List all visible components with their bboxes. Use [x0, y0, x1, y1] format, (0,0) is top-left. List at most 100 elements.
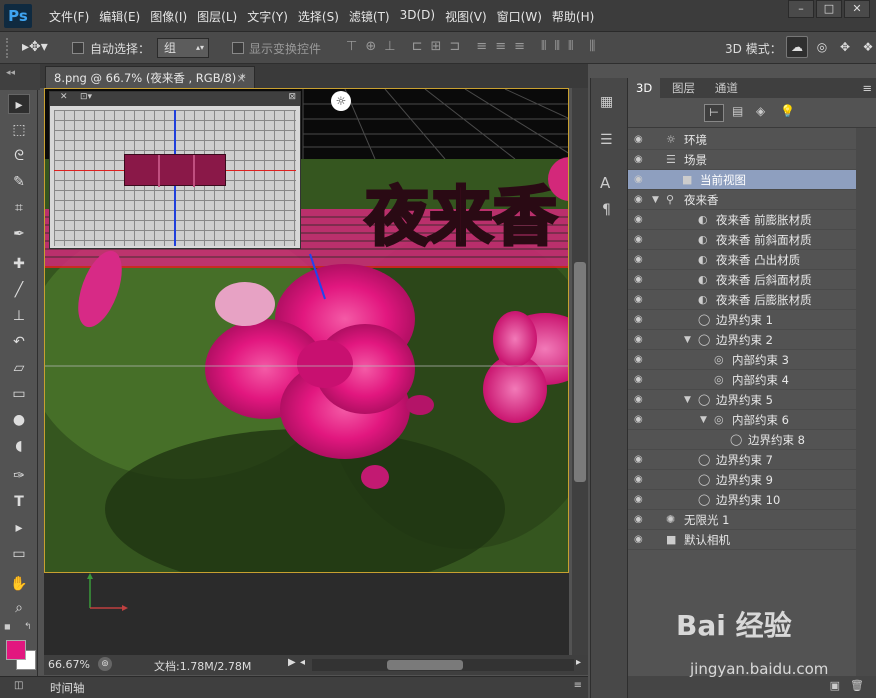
- menu-select[interactable]: 选择(S): [293, 8, 344, 25]
- visibility-eye-icon[interactable]: ◉: [634, 370, 648, 390]
- timeline-tab[interactable]: 时间轴: [50, 680, 85, 696]
- document-tab[interactable]: 8.png @ 66.7% (夜来香 , RGB/8) * ×: [45, 66, 255, 88]
- horizontal-scroll-thumb[interactable]: [387, 660, 463, 670]
- gradient-tool-icon[interactable]: ▭: [8, 384, 30, 404]
- distribute-left-icon[interactable]: ⫴: [541, 39, 546, 54]
- scroll-right-icon[interactable]: ▸: [576, 657, 581, 668]
- tab-channels[interactable]: 通道: [707, 78, 746, 98]
- document-canvas[interactable]: 夜来香 ☼ ✕ ⊡▾ ⊠: [44, 88, 569, 573]
- visibility-eye-icon[interactable]: ◉: [634, 470, 648, 490]
- expand-arrow-icon[interactable]: ▼: [652, 190, 659, 210]
- filter-scene-icon[interactable]: ⊢: [704, 104, 724, 122]
- lasso-tool-icon[interactable]: ᘓ: [8, 146, 30, 166]
- align-left-icon[interactable]: ⊏: [412, 39, 423, 54]
- distribute-bottom-icon[interactable]: ≡: [514, 39, 525, 54]
- new-item-icon[interactable]: ▣: [830, 679, 840, 692]
- distribute-top-icon[interactable]: ≡: [476, 39, 487, 54]
- view-menu-icon[interactable]: ⊡▾: [80, 92, 92, 102]
- type-tool-icon[interactable]: T: [8, 492, 30, 512]
- visibility-eye-icon[interactable]: ◉: [634, 170, 648, 190]
- visibility-eye-icon[interactable]: ◉: [634, 530, 648, 550]
- expand-arrow-icon[interactable]: ▼: [700, 410, 707, 430]
- tree-row[interactable]: ◉ ■ 当前视图: [628, 170, 856, 190]
- quick-select-tool-icon[interactable]: ✎: [8, 172, 30, 192]
- filter-material-icon[interactable]: ◈: [756, 104, 765, 118]
- visibility-eye-icon[interactable]: ◉: [634, 230, 648, 250]
- pan-icon[interactable]: ✥: [836, 36, 854, 58]
- align-vcenter-icon[interactable]: ⊕: [365, 39, 376, 54]
- visibility-eye-icon[interactable]: ◉: [634, 190, 648, 210]
- blur-tool-icon[interactable]: ●: [8, 410, 30, 430]
- move-tool-preset-icon[interactable]: ▸✥▾: [22, 39, 48, 55]
- filter-light-icon[interactable]: 💡: [780, 104, 795, 118]
- tree-row[interactable]: ◉ ◐ 夜来香 前斜面材质: [628, 230, 856, 250]
- menu-type[interactable]: 文字(Y): [242, 8, 293, 25]
- paragraph-panel-icon[interactable]: ¶: [602, 202, 611, 218]
- menu-filter[interactable]: 滤镜(T): [344, 8, 395, 25]
- visibility-eye-icon[interactable]: ◉: [634, 290, 648, 310]
- close-window-button[interactable]: ✕: [844, 0, 870, 18]
- expand-arrow-icon[interactable]: ▼: [684, 390, 691, 410]
- menu-window[interactable]: 窗口(W): [492, 8, 547, 25]
- panel-scrollbar[interactable]: [856, 128, 876, 676]
- tree-row[interactable]: ◉ ▼ ⚲ 夜来香: [628, 190, 856, 210]
- minimize-button[interactable]: –: [788, 0, 814, 18]
- visibility-eye-icon[interactable]: ◉: [634, 350, 648, 370]
- tree-row[interactable]: ◉ ▼ ◎ 内部约束 6: [628, 410, 856, 430]
- visibility-eye-icon[interactable]: ◉: [634, 450, 648, 470]
- scroll-left-icon[interactable]: ◂: [300, 657, 305, 668]
- foreground-color-swatch[interactable]: [6, 640, 26, 660]
- tree-row[interactable]: ◯ 边界约束 8: [628, 430, 856, 450]
- swap-view-icon[interactable]: ⊠: [288, 92, 296, 102]
- properties-panel-icon[interactable]: ☰: [600, 132, 613, 148]
- visibility-eye-icon[interactable]: ◉: [634, 130, 648, 150]
- align-bottom-icon[interactable]: ⊥: [384, 39, 395, 54]
- auto-select-checkbox[interactable]: [72, 42, 84, 54]
- visibility-eye-icon[interactable]: ◉: [634, 250, 648, 270]
- close-document-icon[interactable]: ×: [236, 67, 246, 89]
- visibility-eye-icon[interactable]: ◉: [634, 490, 648, 510]
- tree-row[interactable]: ◉ ▼ ◯ 边界约束 2: [628, 330, 856, 350]
- slide-icon[interactable]: ❖: [859, 36, 876, 58]
- orbit-icon[interactable]: ☁: [786, 36, 808, 58]
- timeline-menu-icon[interactable]: ≡: [574, 680, 582, 691]
- visibility-eye-icon[interactable]: ◉: [634, 210, 648, 230]
- brush-tool-icon[interactable]: ╱: [8, 280, 30, 300]
- pen-tool-icon[interactable]: ✑: [8, 466, 30, 486]
- tree-row[interactable]: ◉ ◐ 夜来香 凸出材质: [628, 250, 856, 270]
- default-colors-icon[interactable]: ◼: [4, 622, 11, 631]
- crop-tool-icon[interactable]: ⌗: [8, 198, 30, 218]
- visibility-eye-icon[interactable]: ◉: [634, 510, 648, 530]
- menu-edit[interactable]: 编辑(E): [94, 8, 145, 25]
- character-panel-icon[interactable]: A: [600, 174, 610, 192]
- status-info-icon[interactable]: ⊚: [98, 657, 112, 671]
- visibility-eye-icon[interactable]: ◉: [634, 150, 648, 170]
- zoom-level[interactable]: 66.67%: [48, 658, 90, 671]
- tree-row[interactable]: ◉ ◐ 夜来香 前膨胀材质: [628, 210, 856, 230]
- healing-tool-icon[interactable]: ✚: [8, 254, 30, 274]
- vertical-scroll-thumb[interactable]: [574, 262, 586, 482]
- filter-mesh-icon[interactable]: ▤: [732, 104, 743, 118]
- navigator-panel-icon[interactable]: ▦: [600, 94, 613, 110]
- expand-arrow-icon[interactable]: ▼: [684, 330, 691, 350]
- timeline-icon[interactable]: ◫: [14, 680, 23, 691]
- auto-select-dropdown[interactable]: 组 ▴▾: [157, 38, 209, 58]
- tree-row[interactable]: ◉ ☼ 环境: [628, 130, 856, 150]
- visibility-eye-icon[interactable]: ◉: [634, 410, 648, 430]
- tree-row[interactable]: ◉ ☰ 场景: [628, 150, 856, 170]
- close-view-icon[interactable]: ✕: [60, 92, 68, 102]
- tree-row[interactable]: ◉ ✺ 无限光 1: [628, 510, 856, 530]
- tree-row[interactable]: ◉ ◐ 夜来香 后膨胀材质: [628, 290, 856, 310]
- menu-view[interactable]: 视图(V): [440, 8, 492, 25]
- distribute-right-icon[interactable]: ⫴: [568, 39, 573, 54]
- eyedropper-tool-icon[interactable]: ✒: [8, 224, 30, 244]
- visibility-eye-icon[interactable]: ◉: [634, 330, 648, 350]
- horizontal-scrollbar[interactable]: [312, 659, 574, 671]
- menu-3d[interactable]: 3D(D): [395, 8, 440, 25]
- tab-3d[interactable]: 3D: [628, 78, 661, 98]
- align-top-icon[interactable]: ⊤: [346, 39, 357, 54]
- tree-row[interactable]: ◉ ▼ ◯ 边界约束 5: [628, 390, 856, 410]
- auto-align-icon[interactable]: ⫼: [589, 39, 595, 54]
- history-brush-tool-icon[interactable]: ↶: [8, 332, 30, 352]
- dodge-tool-icon[interactable]: ◖: [8, 436, 30, 456]
